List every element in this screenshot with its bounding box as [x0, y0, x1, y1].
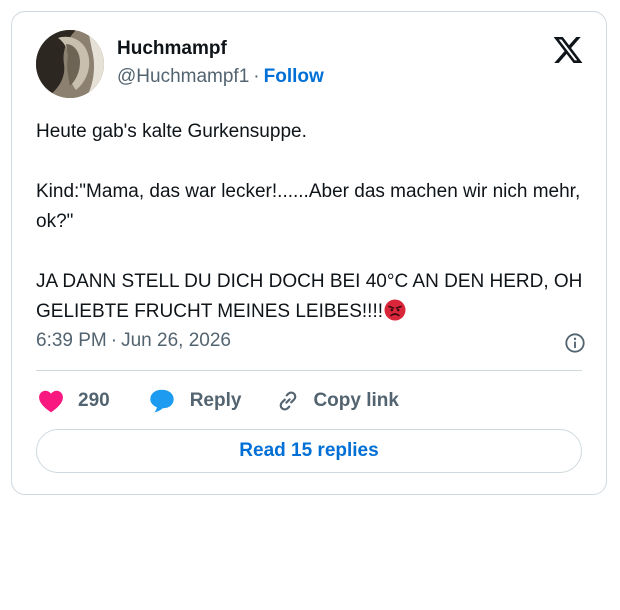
read-replies-label: Read 15 replies — [239, 440, 379, 461]
link-icon — [280, 391, 297, 411]
timestamp[interactable]: 6:39 PM · Jun 26, 2026 — [36, 330, 231, 352]
read-replies-button[interactable]: Read 15 replies — [36, 429, 582, 473]
tweet-line: JA DANN STELL DU DICH DOCH BEI 40°C AN D… — [36, 271, 583, 322]
tweet-date: Jun 26, 2026 — [121, 330, 231, 351]
divider — [36, 370, 582, 371]
profile-photo — [36, 30, 104, 98]
author-handle[interactable]: @Huchmampf1 — [117, 66, 249, 87]
tweet-time: 6:39 PM — [36, 330, 107, 351]
angry-face-icon — [384, 299, 406, 321]
x-logo-icon[interactable] — [552, 34, 584, 66]
tweet-line: Kind:"Mama, das war lecker!......Aber da… — [36, 181, 581, 232]
tweet-card: Huchmampf @Huchmampf1 · Follow Heute gab's… — [11, 11, 607, 495]
like-count: 290 — [78, 390, 110, 411]
info-icon[interactable] — [564, 332, 586, 354]
separator-dot: · — [110, 330, 118, 351]
copy-link-label: Copy link — [313, 390, 399, 411]
follow-button[interactable]: Follow — [264, 66, 324, 87]
separator-dot: · — [253, 66, 260, 87]
author-handle-row: @Huchmampf1 · Follow — [117, 66, 324, 88]
tweet-text: Heute gab's kalte Gurkensuppe. Kind:"Mam… — [36, 117, 586, 327]
author-name[interactable]: Huchmampf — [117, 38, 227, 60]
reply-bubble-icon — [150, 389, 174, 413]
like-button[interactable]: 290 — [38, 389, 148, 413]
tweet-line-with-emoji: JA DANN STELL DU DICH DOCH BEI 40°C AN D… — [36, 267, 586, 327]
copy-link-button[interactable]: Copy link — [275, 388, 399, 414]
heart-icon — [39, 390, 63, 413]
reply-label: Reply — [189, 390, 242, 411]
avatar[interactable] — [36, 30, 104, 98]
reply-button[interactable]: Reply — [148, 388, 276, 414]
tweet-line: Heute gab's kalte Gurkensuppe. — [36, 121, 307, 142]
action-bar: 290 Reply Copy link — [38, 386, 399, 416]
